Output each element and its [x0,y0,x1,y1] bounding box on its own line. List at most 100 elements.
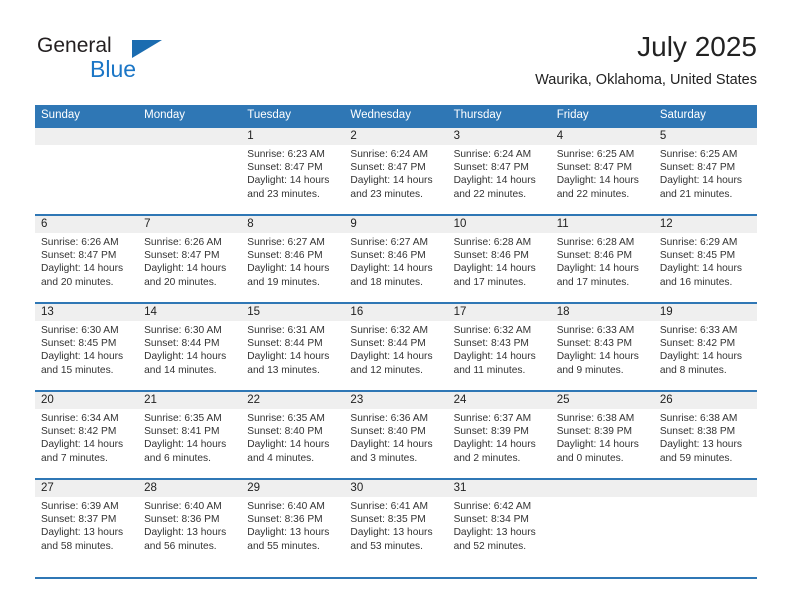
day-number-band: 21 [138,392,242,409]
day-cell[interactable]: 1 Sunrise: 6:23 AM Sunset: 8:47 PM Dayli… [241,128,345,214]
day-number-band: 5 [653,128,757,145]
daylight-text-line2: and 9 minutes. [556,364,624,376]
sunrise-text: Sunrise: 6:32 AM [453,325,532,336]
sunrise-text: Sunrise: 6:34 AM [41,413,119,424]
day-cell[interactable]: 4 Sunrise: 6:25 AM Sunset: 8:47 PM Dayli… [550,128,654,214]
day-cell[interactable]: 8 Sunrise: 6:27 AM Sunset: 8:46 PM Dayli… [241,216,345,302]
daylight-text-line1: Daylight: 14 hours [247,351,330,363]
day-cell[interactable]: 25 Sunrise: 6:38 AM Sunset: 8:39 PM Dayl… [550,392,654,478]
daylight-text-line1: Daylight: 14 hours [41,351,124,363]
day-cell[interactable]: 10 Sunrise: 6:28 AM Sunset: 8:46 PM Dayl… [447,216,551,302]
calendar-bottom-rule [35,577,757,579]
day-number-band: 20 [35,392,139,409]
general-blue-logo: General Blue [35,30,235,88]
day-number: 18 [556,306,570,318]
day-number: 4 [556,130,564,142]
day-cell[interactable]: 9 Sunrise: 6:27 AM Sunset: 8:46 PM Dayli… [344,216,448,302]
day-cell[interactable]: 5 Sunrise: 6:25 AM Sunset: 8:47 PM Dayli… [653,128,757,214]
day-cell[interactable]: 2 Sunrise: 6:24 AM Sunset: 8:47 PM Dayli… [344,128,448,214]
page-header: General Blue July 2025 Waurika, Oklahoma… [35,30,757,92]
sunset-text: Sunset: 8:46 PM [453,250,529,262]
weekday-tuesday: Tuesday [247,109,291,121]
daylight-text-line2: and 23 minutes. [350,188,423,200]
day-details: Sunrise: 6:42 AM Sunset: 8:34 PM Dayligh… [448,497,551,553]
day-cell[interactable]: 27 Sunrise: 6:39 AM Sunset: 8:37 PM Dayl… [35,480,139,566]
sunset-text: Sunset: 8:47 PM [453,162,529,174]
day-number-band: 18 [550,304,654,321]
sunrise-text: Sunrise: 6:35 AM [247,413,325,424]
daylight-text-line1: Daylight: 14 hours [144,439,227,451]
day-number-band: 13 [35,304,139,321]
daylight-text-line2: and 19 minutes. [247,276,320,288]
day-cell[interactable]: 12 Sunrise: 6:29 AM Sunset: 8:45 PM Dayl… [653,216,757,302]
day-cell[interactable] [653,480,757,566]
week-row: 20 Sunrise: 6:34 AM Sunset: 8:42 PM Dayl… [35,390,757,478]
daylight-text-line1: Daylight: 14 hours [144,351,227,363]
day-cell[interactable]: 7 Sunrise: 6:26 AM Sunset: 8:47 PM Dayli… [138,216,242,302]
day-cell[interactable]: 11 Sunrise: 6:28 AM Sunset: 8:46 PM Dayl… [550,216,654,302]
daylight-text-line1: Daylight: 14 hours [350,439,433,451]
sunset-text: Sunset: 8:47 PM [41,250,117,262]
day-number: 6 [41,218,48,230]
day-details: Sunrise: 6:31 AM Sunset: 8:44 PM Dayligh… [241,321,344,377]
day-cell[interactable]: 29 Sunrise: 6:40 AM Sunset: 8:36 PM Dayl… [241,480,345,566]
day-details: Sunrise: 6:40 AM Sunset: 8:36 PM Dayligh… [241,497,344,553]
daylight-text-line2: and 23 minutes. [247,188,320,200]
sunset-text: Sunset: 8:41 PM [144,426,220,438]
daylight-text-line1: Daylight: 14 hours [41,263,124,275]
day-number-band: 6 [35,216,139,233]
daylight-text-line2: and 17 minutes. [556,276,630,288]
day-number-band: 16 [344,304,448,321]
day-number: 23 [350,394,364,406]
day-cell[interactable]: 6 Sunrise: 6:26 AM Sunset: 8:47 PM Dayli… [35,216,139,302]
day-cell[interactable] [35,128,139,214]
day-number-band: 14 [138,304,242,321]
sunset-text: Sunset: 8:35 PM [350,514,426,526]
day-number: 14 [144,306,157,318]
day-number: 5 [659,130,667,142]
day-cell[interactable] [138,128,242,214]
day-cell[interactable]: 28 Sunrise: 6:40 AM Sunset: 8:36 PM Dayl… [138,480,242,566]
day-number: 22 [247,394,261,406]
day-details: Sunrise: 6:39 AM Sunset: 8:37 PM Dayligh… [35,497,138,553]
day-number-band: 12 [653,216,757,233]
sunrise-text: Sunrise: 6:37 AM [453,413,532,424]
day-details: Sunrise: 6:34 AM Sunset: 8:42 PM Dayligh… [35,409,138,465]
sunset-text: Sunset: 8:46 PM [247,250,323,262]
week-row: 27 Sunrise: 6:39 AM Sunset: 8:37 PM Dayl… [35,478,757,566]
day-cell[interactable]: 16 Sunrise: 6:32 AM Sunset: 8:44 PM Dayl… [344,304,448,390]
day-cell[interactable]: 30 Sunrise: 6:41 AM Sunset: 8:35 PM Dayl… [344,480,448,566]
sunset-text: Sunset: 8:47 PM [556,162,633,174]
sunset-text: Sunset: 8:44 PM [247,338,323,350]
sunrise-text: Sunrise: 6:24 AM [453,149,532,160]
day-cell[interactable] [550,480,654,566]
sunrise-text: Sunrise: 6:30 AM [41,325,119,336]
day-cell[interactable]: 19 Sunrise: 6:33 AM Sunset: 8:42 PM Dayl… [653,304,757,390]
weekday-sunday: Sunday [41,109,81,121]
day-number-band: 29 [241,480,345,497]
day-cell[interactable]: 14 Sunrise: 6:30 AM Sunset: 8:44 PM Dayl… [138,304,242,390]
day-number: 20 [41,394,54,406]
day-cell[interactable]: 15 Sunrise: 6:31 AM Sunset: 8:44 PM Dayl… [241,304,345,390]
day-cell[interactable]: 22 Sunrise: 6:35 AM Sunset: 8:40 PM Dayl… [241,392,345,478]
sunrise-text: Sunrise: 6:36 AM [350,413,429,424]
day-cell[interactable]: 26 Sunrise: 6:38 AM Sunset: 8:38 PM Dayl… [653,392,757,478]
daylight-text-line2: and 4 minutes. [247,452,315,464]
daylight-text-line2: and 2 minutes. [453,452,521,464]
day-cell[interactable]: 20 Sunrise: 6:34 AM Sunset: 8:42 PM Dayl… [35,392,139,478]
day-number: 21 [144,394,157,406]
day-number-band: 17 [447,304,551,321]
day-cell[interactable]: 18 Sunrise: 6:33 AM Sunset: 8:43 PM Dayl… [550,304,654,390]
sunrise-text: Sunrise: 6:39 AM [41,501,119,512]
day-cell[interactable]: 3 Sunrise: 6:24 AM Sunset: 8:47 PM Dayli… [447,128,551,214]
week-row: 1 Sunrise: 6:23 AM Sunset: 8:47 PM Dayli… [35,126,757,214]
day-cell[interactable]: 24 Sunrise: 6:37 AM Sunset: 8:39 PM Dayl… [447,392,551,478]
day-cell[interactable]: 21 Sunrise: 6:35 AM Sunset: 8:41 PM Dayl… [138,392,242,478]
day-cell[interactable]: 23 Sunrise: 6:36 AM Sunset: 8:40 PM Dayl… [344,392,448,478]
sunset-text: Sunset: 8:40 PM [247,426,323,438]
sunrise-text: Sunrise: 6:27 AM [247,237,325,248]
day-cell[interactable]: 31 Sunrise: 6:42 AM Sunset: 8:34 PM Dayl… [447,480,551,566]
day-number-band: 15 [241,304,345,321]
day-cell[interactable]: 17 Sunrise: 6:32 AM Sunset: 8:43 PM Dayl… [447,304,551,390]
day-cell[interactable]: 13 Sunrise: 6:30 AM Sunset: 8:45 PM Dayl… [35,304,139,390]
